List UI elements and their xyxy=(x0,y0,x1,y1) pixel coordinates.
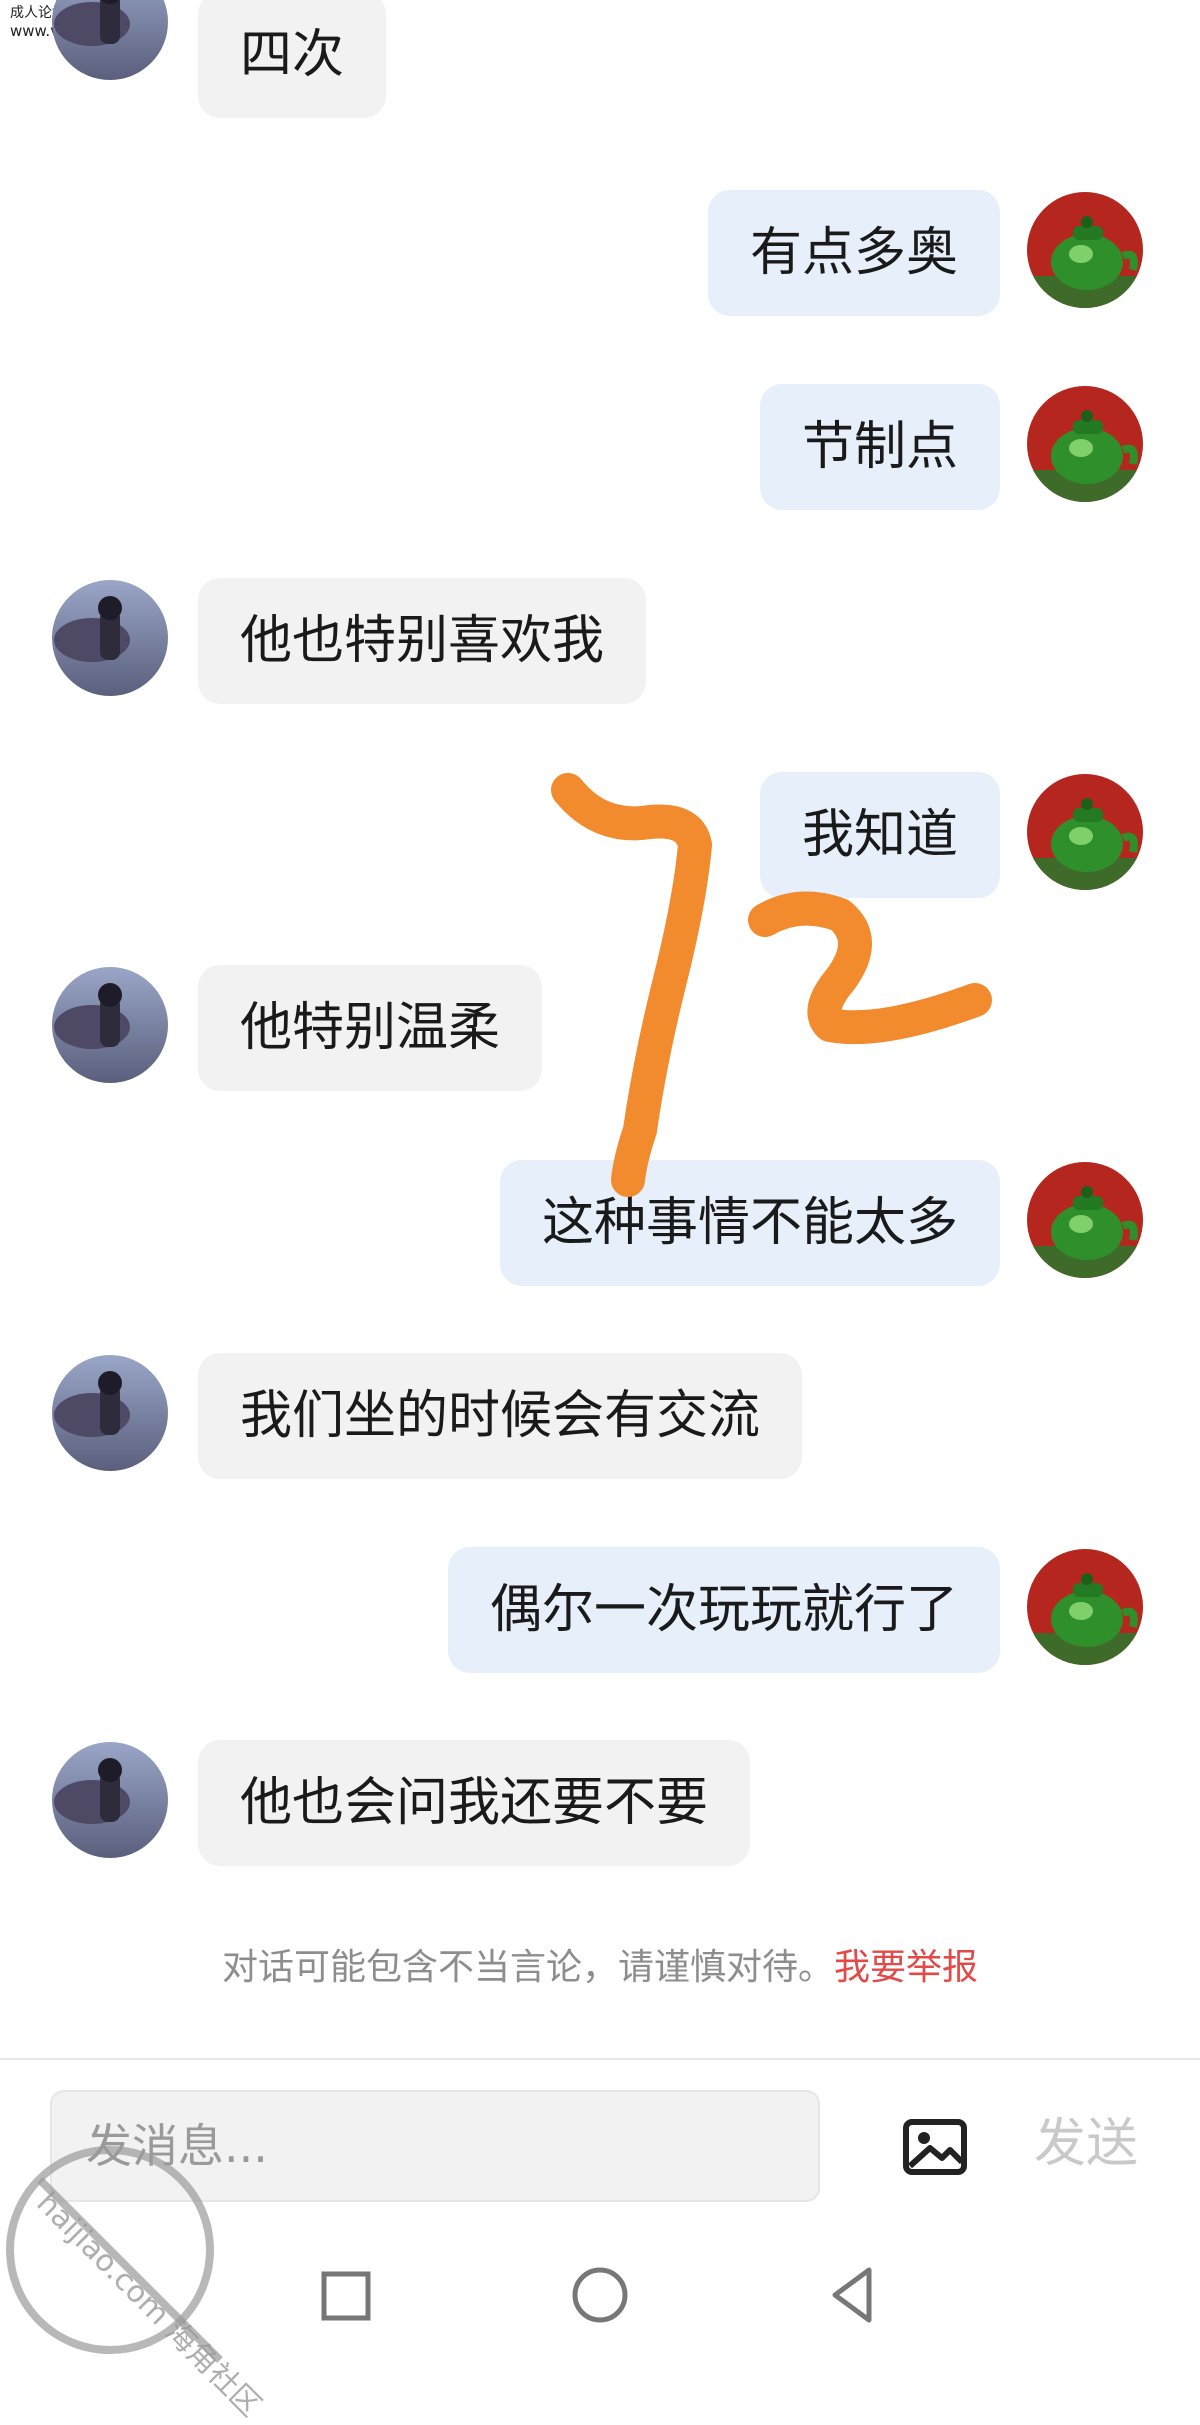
send-button[interactable]: 发送 xyxy=(1034,2104,1138,2184)
user-avatar[interactable] xyxy=(1027,386,1143,502)
user-avatar[interactable] xyxy=(1027,192,1143,308)
user-avatar[interactable] xyxy=(1027,1162,1143,1278)
contact-avatar[interactable] xyxy=(52,967,168,1083)
message-bubble-received[interactable]: 他也会问我还要不要 xyxy=(198,1740,751,1866)
message-bubble-received[interactable]: 我们坐的时候会有交流 xyxy=(198,1353,803,1479)
message-bubble-received[interactable]: 四次 xyxy=(198,0,387,118)
message-bubble-received[interactable]: 他也特别喜欢我 xyxy=(198,578,647,704)
notice-text: 对话可能包含不当言论，请谨慎对待。 xyxy=(221,1947,834,1988)
message-bubble-sent[interactable]: 我知道 xyxy=(759,772,1000,898)
message-input-bar: 发消息... 发送 xyxy=(0,2060,1200,2220)
image-icon[interactable] xyxy=(900,2112,970,2182)
safety-notice: 对话可能包含不当言论，请谨慎对待。我要举报 xyxy=(0,1938,1200,1990)
message-bubble-sent[interactable]: 这种事情不能太多 xyxy=(499,1160,1000,1286)
square-icon[interactable] xyxy=(310,2260,380,2330)
circle-icon[interactable] xyxy=(565,2260,635,2330)
contact-avatar[interactable] xyxy=(52,0,168,80)
contact-avatar[interactable] xyxy=(52,580,168,696)
message-bubble-received[interactable]: 他特别温柔 xyxy=(198,965,543,1091)
user-avatar[interactable] xyxy=(1027,774,1143,890)
chat-area[interactable]: 四次 有点多奥 节制点 他也特别喜欢我 我知道 他特别温柔 这种事情不能太多 我… xyxy=(0,0,1200,2060)
contact-avatar[interactable] xyxy=(52,1355,168,1471)
user-avatar[interactable] xyxy=(1027,1549,1143,1665)
report-link[interactable]: 我要举报 xyxy=(834,1947,978,1988)
back-triangle-icon[interactable] xyxy=(817,2260,887,2330)
message-bubble-sent[interactable]: 偶尔一次玩玩就行了 xyxy=(447,1547,1000,1673)
contact-avatar[interactable] xyxy=(52,1742,168,1858)
message-input[interactable]: 发消息... xyxy=(50,2090,820,2202)
message-bubble-sent[interactable]: 有点多奥 xyxy=(707,190,1000,316)
message-bubble-sent[interactable]: 节制点 xyxy=(759,384,1000,510)
